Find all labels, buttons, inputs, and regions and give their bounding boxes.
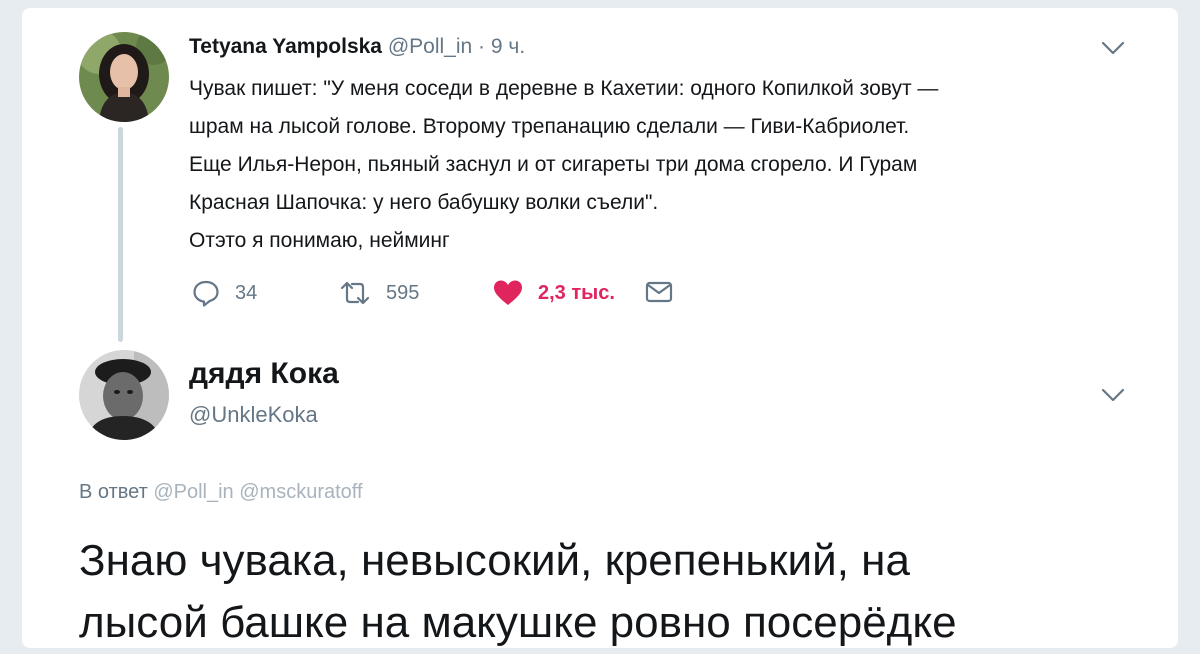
- reply-icon: [193, 280, 219, 307]
- avatar-photo-woman: [79, 32, 169, 122]
- mention-link[interactable]: @Poll_in: [153, 481, 233, 503]
- tweet-text: Знаю чувака, невысокий, крепенький, на л…: [79, 530, 1159, 654]
- like-count: 2,3 тыс.: [538, 281, 615, 304]
- tweet-text-line: Знаю чувака, невысокий, крепенький, на: [79, 536, 910, 585]
- tweet-menu-button[interactable]: [1099, 38, 1127, 58]
- heart-icon: [494, 280, 522, 305]
- tweet-menu-button[interactable]: [1099, 385, 1127, 405]
- tweet-text-line: лысой башке на макушке ровно посерёдке: [79, 598, 957, 647]
- direct-message-button[interactable]: [644, 278, 674, 306]
- tweet-text-line: шрам на лысой голове. Второму трепанацию…: [189, 115, 910, 138]
- tweet-text-line: Чувак пишет: "У меня соседи в деревне в …: [189, 77, 939, 100]
- tweet-text: Чувак пишет: "У меня соседи в деревне в …: [189, 70, 1119, 260]
- tweet-text-line: Красная Шапочка: у него бабушку волки съ…: [189, 191, 659, 214]
- thread-connector-line: [118, 127, 123, 342]
- tweet-text-line: Отэто я понимаю, нейминг: [189, 229, 450, 252]
- author-name[interactable]: дядя Кока: [189, 357, 339, 391]
- tweet-text-line: Еще Илья-Нерон, пьяный заснул и от сигар…: [189, 153, 918, 176]
- avatar-photo-man: [79, 350, 169, 440]
- tweet-header: Tetyana Yampolska @Poll_in · 9 ч.: [189, 35, 525, 59]
- like-button[interactable]: 2,3 тыс.: [492, 278, 615, 308]
- tweet-timestamp[interactable]: 9 ч.: [491, 35, 525, 58]
- mention-link[interactable]: @msckuratoff: [239, 481, 362, 503]
- avatar[interactable]: [79, 32, 169, 122]
- author-name[interactable]: Tetyana Yampolska: [189, 35, 382, 58]
- chevron-down-icon: [1101, 41, 1125, 55]
- avatar[interactable]: [79, 350, 169, 440]
- reply-to-context: В ответ @Poll_in @msckuratoff: [79, 481, 363, 504]
- retweet-icon: [340, 281, 370, 305]
- header-separator: ·: [478, 35, 486, 58]
- envelope-icon: [645, 281, 673, 303]
- retweet-button[interactable]: 595: [338, 278, 419, 308]
- reply-to-label: В ответ: [79, 481, 148, 503]
- chevron-down-icon: [1101, 388, 1125, 402]
- author-handle[interactable]: @UnkleKoka: [189, 402, 318, 428]
- author-handle[interactable]: @Poll_in: [388, 35, 472, 58]
- reply-button[interactable]: 34: [191, 278, 257, 308]
- reply-count: 34: [235, 281, 258, 304]
- retweet-count: 595: [386, 281, 420, 304]
